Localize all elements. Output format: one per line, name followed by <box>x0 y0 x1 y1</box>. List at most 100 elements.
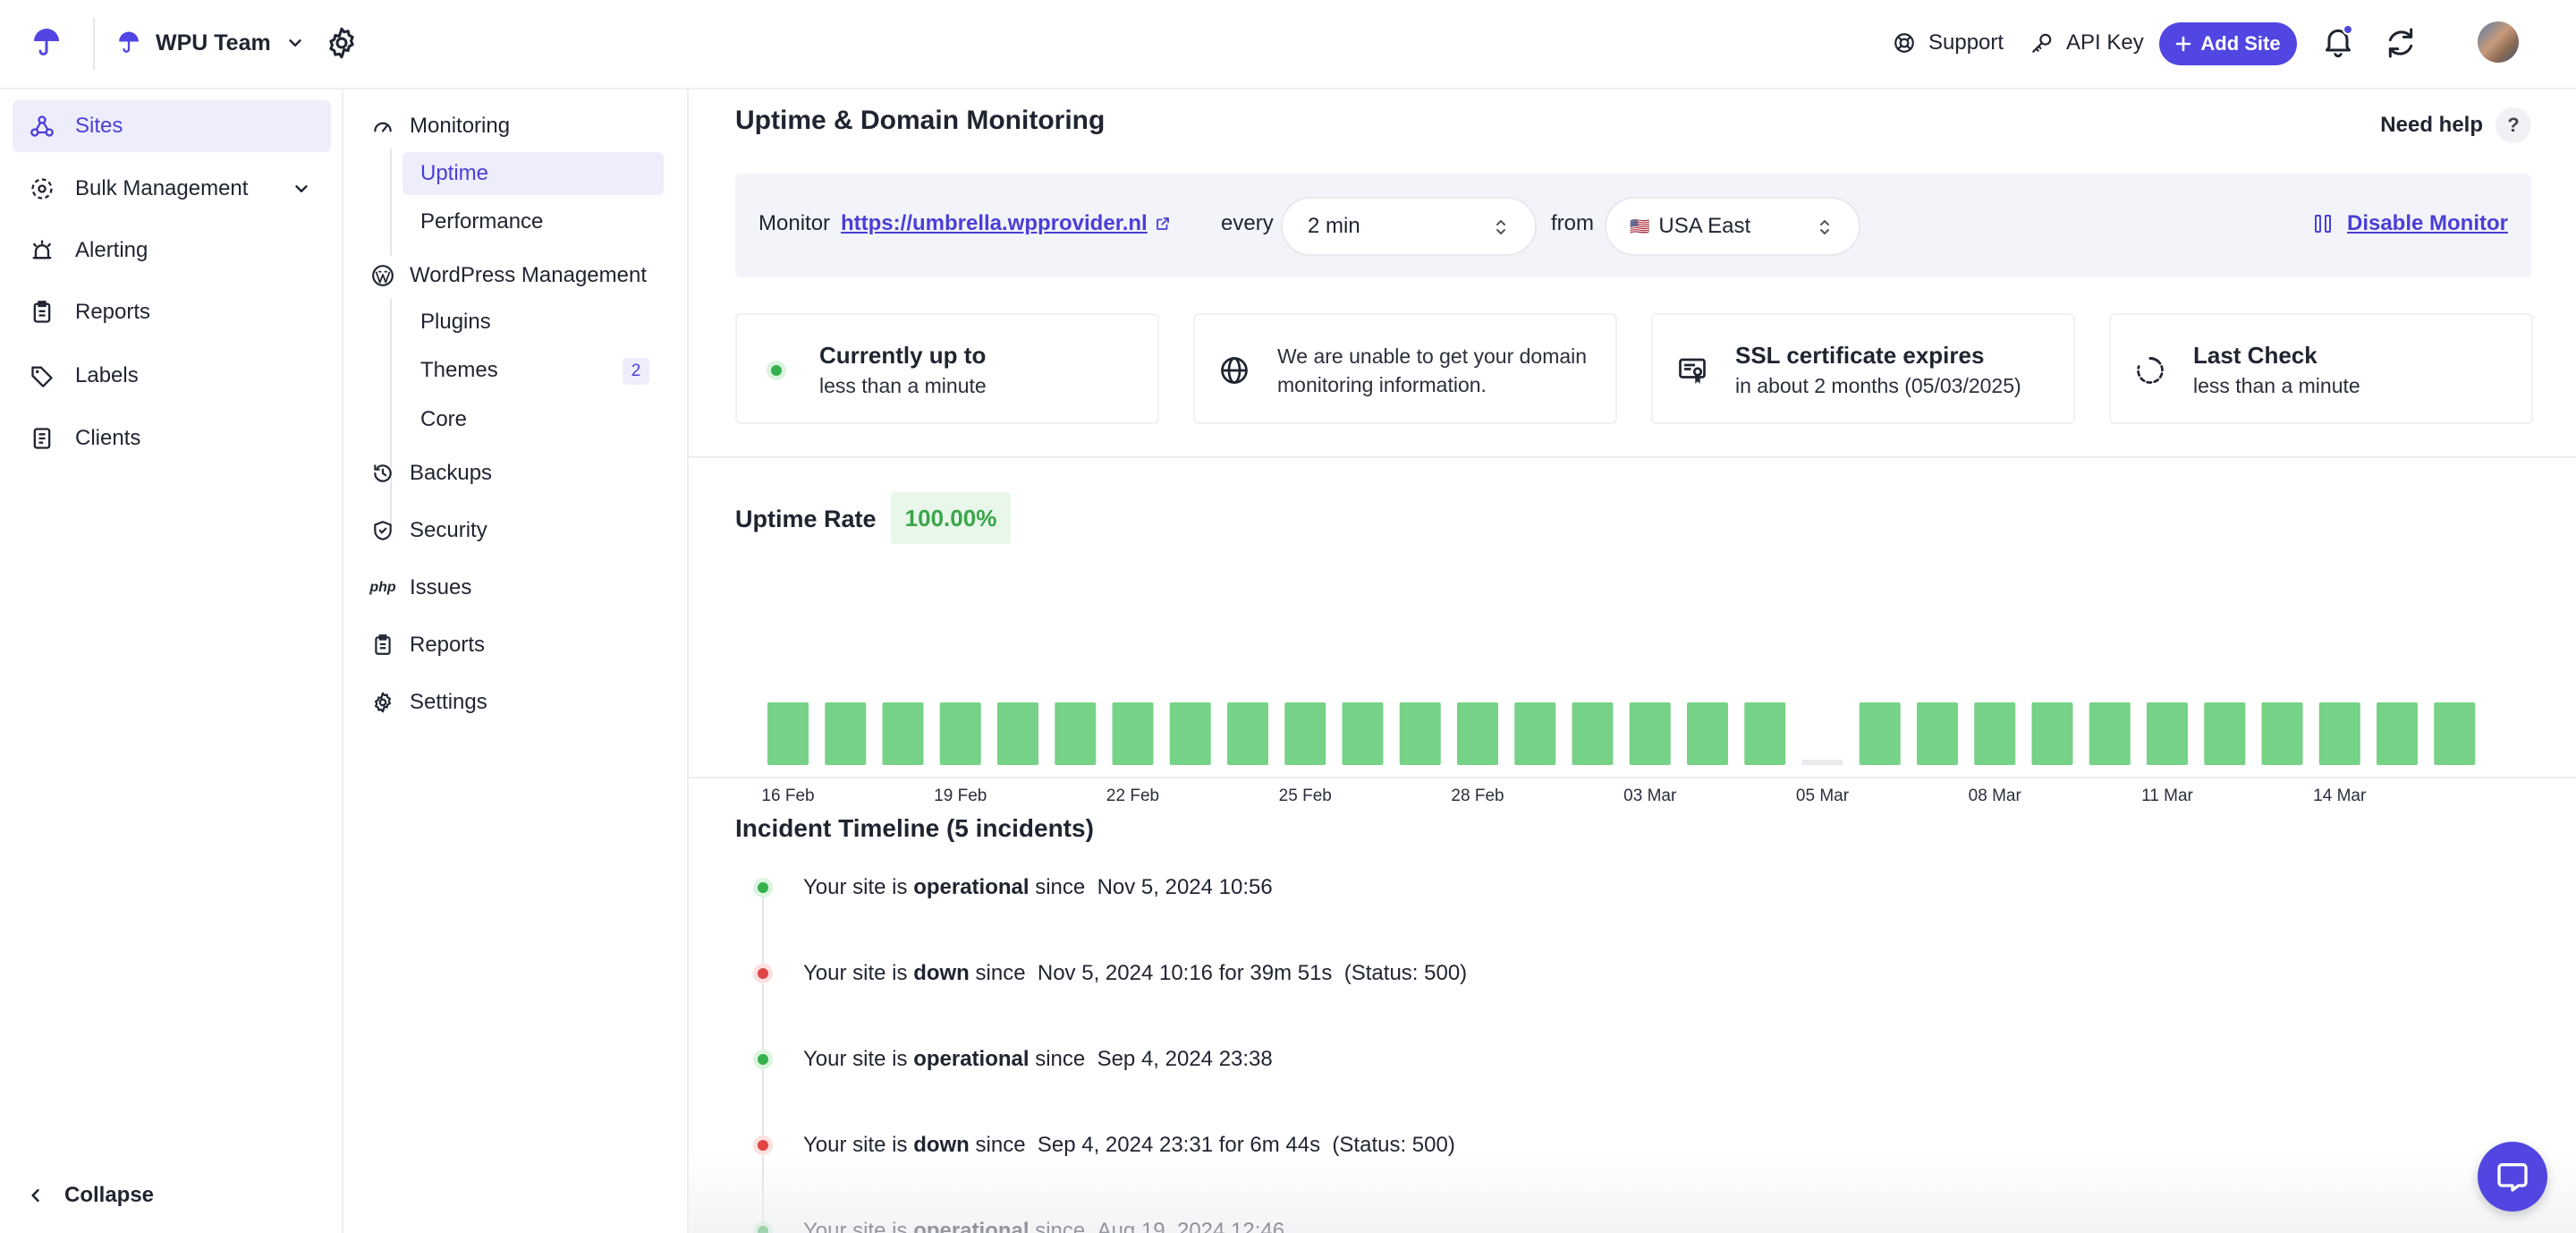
disable-monitor-button[interactable]: Disable Monitor <box>2313 211 2508 236</box>
uptime-bar[interactable] <box>1801 760 1843 765</box>
uptime-bar[interactable] <box>767 702 809 765</box>
uptime-bar[interactable] <box>1227 702 1268 765</box>
umbrella-logo-icon[interactable] <box>30 27 63 59</box>
tag-icon <box>29 362 55 389</box>
monitored-url-link[interactable]: https://umbrella.wpprovider.nl <box>841 211 1171 236</box>
subnav-reports[interactable]: Reports <box>370 625 485 665</box>
uptime-bar[interactable] <box>2031 702 2073 765</box>
x-tick-label: 05 Mar <box>1796 787 1850 805</box>
subnav-issues[interactable]: php Issues <box>369 568 472 608</box>
uptime-bar[interactable] <box>2377 702 2418 765</box>
support-link[interactable]: Support <box>1893 25 2004 61</box>
card-subtitle: in about 2 months (05/03/2025) <box>1735 374 2021 397</box>
x-tick-label: 28 Feb <box>1451 787 1504 805</box>
region-value: USA East <box>1658 214 1751 238</box>
uptime-bar[interactable] <box>1284 702 1326 765</box>
team-switcher[interactable]: WPU Team <box>116 23 305 63</box>
incident-prefix: Your site is <box>803 961 914 985</box>
incident-time: Sep 4, 2024 23:38 <box>1097 1047 1273 1071</box>
uptime-bar[interactable] <box>1744 702 1786 765</box>
wordpress-icon <box>370 263 395 288</box>
api-key-link[interactable]: API Key <box>2030 25 2144 61</box>
uptime-bar[interactable] <box>1859 702 1901 765</box>
uptime-bar[interactable] <box>1629 702 1671 765</box>
uptime-bar[interactable] <box>1112 702 1154 765</box>
uptime-bar[interactable] <box>1974 702 2016 765</box>
chat-icon <box>2495 1159 2530 1195</box>
sidebar-item-clients[interactable]: Clients <box>13 412 331 464</box>
sidebar-item-sites[interactable]: Sites <box>13 100 331 152</box>
add-site-button[interactable]: Add Site <box>2159 22 2297 65</box>
x-tick-label: 08 Mar <box>1969 787 2022 805</box>
section-divider <box>689 456 2576 458</box>
incident-time: Aug 19, 2024 12:46 <box>1097 1219 1285 1233</box>
loading-icon <box>2132 353 2168 388</box>
monitor-settings-bar: Monitor https://umbrella.wpprovider.nl e… <box>735 174 2531 277</box>
incident-state: operational <box>913 1219 1030 1233</box>
incident-state: operational <box>913 875 1030 899</box>
uptime-bar[interactable] <box>882 702 924 765</box>
uptime-bar[interactable] <box>2147 702 2188 765</box>
user-avatar[interactable] <box>2478 21 2519 63</box>
incident-timeline-title: Incident Timeline (5 incidents) <box>735 814 1094 842</box>
x-tick-label: 14 Mar <box>2313 787 2367 805</box>
uptime-bar[interactable] <box>1514 702 1556 765</box>
sidebar-item-labels[interactable]: Labels <box>13 350 331 402</box>
region-select[interactable]: 🇺🇸 USA East <box>1605 197 1860 256</box>
interval-select[interactable]: 2 min <box>1281 197 1537 256</box>
uptime-bar[interactable] <box>997 702 1038 765</box>
alarm-icon <box>29 237 55 264</box>
uptime-bar[interactable] <box>1055 702 1097 765</box>
sidebar-item-label: Alerting <box>75 238 148 262</box>
incident-extra: (Status: 500) <box>1320 1133 1455 1157</box>
subnav-plugins[interactable]: Plugins <box>402 301 664 344</box>
collapse-sidebar-button[interactable]: Collapse <box>27 1183 154 1208</box>
uptime-bar[interactable] <box>2261 702 2303 765</box>
status-card-last-check: Last Check less than a minute <box>2109 313 2533 424</box>
status-up-dot-icon <box>753 1221 773 1233</box>
subnav-label: Uptime <box>420 161 489 185</box>
incident-extra: (Status: 500) <box>1332 961 1468 985</box>
need-help-button[interactable]: Need help ? <box>2380 107 2531 143</box>
subnav-themes[interactable]: Themes 2 <box>402 349 664 392</box>
sidebar-item-label: Clients <box>75 426 141 450</box>
subnav-backups[interactable]: Backups <box>370 454 492 493</box>
subnav-settings[interactable]: Settings <box>370 683 487 722</box>
shield-icon <box>370 518 395 543</box>
uptime-bar[interactable] <box>1399 702 1441 765</box>
uptime-bar[interactable] <box>1917 702 1958 765</box>
uptime-bar[interactable] <box>1687 702 1728 765</box>
subnav-performance[interactable]: Performance <box>402 200 664 243</box>
disable-monitor-label: Disable Monitor <box>2346 211 2508 235</box>
uptime-bar[interactable] <box>1342 702 1384 765</box>
sidebar-item-reports[interactable]: Reports <box>13 286 331 338</box>
sidebar-item-alerting[interactable]: Alerting <box>13 225 331 276</box>
subnav-security[interactable]: Security <box>370 511 487 550</box>
uptime-bar[interactable] <box>2318 702 2360 765</box>
uptime-bar[interactable] <box>2204 702 2246 765</box>
subnav-core[interactable]: Core <box>402 398 664 441</box>
card-subtitle: less than a minute <box>819 374 987 397</box>
subnav-uptime[interactable]: Uptime <box>402 152 664 195</box>
team-settings-gear-icon[interactable] <box>324 25 360 61</box>
uptime-bar[interactable] <box>1457 702 1498 765</box>
incident-item: Your site is operational since Nov 5, 20… <box>753 870 1273 906</box>
uptime-bar[interactable] <box>2434 702 2476 765</box>
subnav-wordpress-management[interactable]: WordPress Management <box>370 256 647 295</box>
uptime-bar[interactable] <box>939 702 981 765</box>
uptime-bar[interactable] <box>2089 702 2131 765</box>
uptime-bar[interactable] <box>1169 702 1211 765</box>
uptime-bar[interactable] <box>825 702 867 765</box>
chevron-down-icon <box>292 179 311 199</box>
notification-dot <box>2343 24 2353 35</box>
subnav-monitoring[interactable]: Monitoring <box>370 106 510 146</box>
uptime-bar[interactable] <box>1572 702 1614 765</box>
refresh-icon[interactable] <box>2383 25 2419 61</box>
x-tick-label: 16 Feb <box>761 787 814 805</box>
site-sidebar: Monitoring Uptime Performance WordPress … <box>343 89 689 1233</box>
subnav-label: Issues <box>410 575 472 599</box>
chat-support-button[interactable] <box>2478 1142 2547 1212</box>
sidebar-item-bulk-management[interactable]: Bulk Management <box>13 163 331 215</box>
uptime-rate-badge: 100.00% <box>891 492 1011 544</box>
gear-icon <box>370 690 395 715</box>
